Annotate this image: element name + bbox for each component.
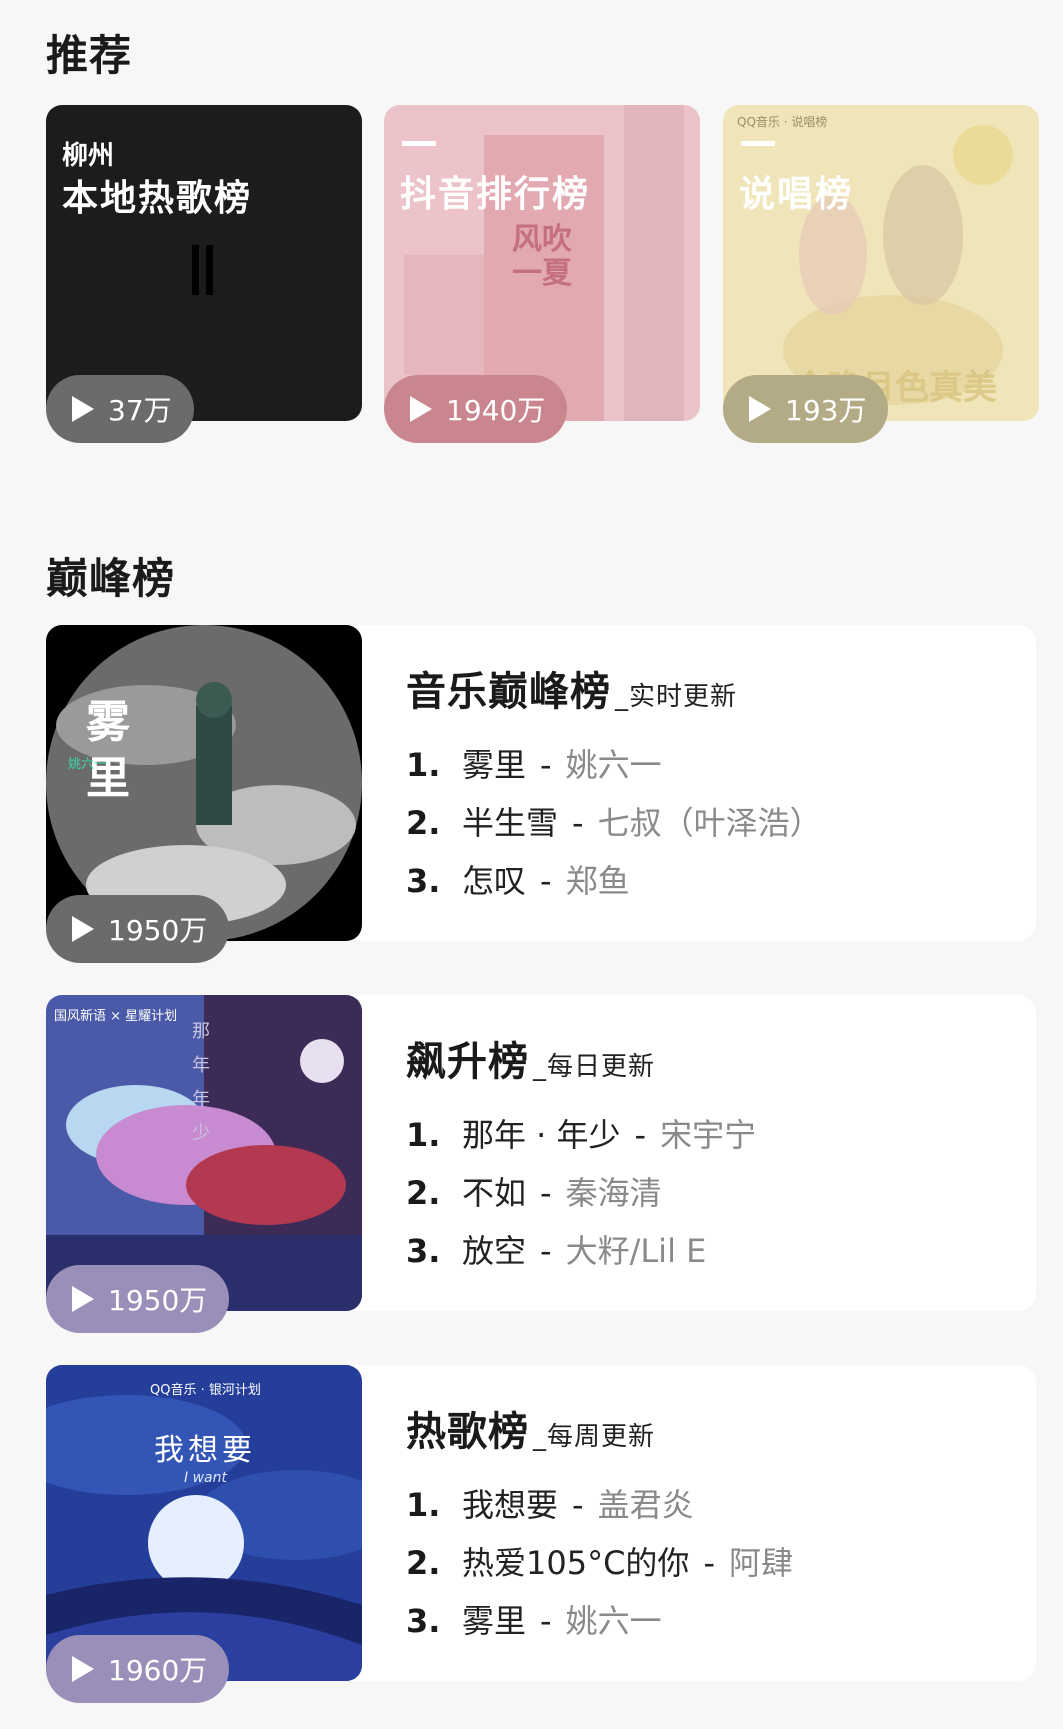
song-row[interactable]: 2. 热爱105°C的你 - 阿肆 — [406, 1538, 793, 1584]
chart-update-freq: _实时更新 — [615, 682, 738, 712]
song-row[interactable]: 1. 那年 · 年少 - 宋宇宁 — [406, 1110, 756, 1156]
wuli-cover-text: 雾里 — [86, 697, 130, 804]
play-count-pill[interactable]: 1950万 — [46, 895, 230, 963]
chart-name: 飙升榜 _每日更新 — [406, 1039, 656, 1085]
play-icon — [72, 396, 94, 422]
song-row[interactable]: 3. 怎叹 - 郑鱼 — [406, 856, 630, 902]
play-count: 1960万 — [108, 1654, 208, 1687]
chart-card-peak[interactable]: 雾里 姚六一 音乐巅峰榜 _实时更新 1. 雾里 - 姚六一 2. 半生雪 - 七叔（叶泽浩）… — [46, 625, 1036, 941]
chart-card-rising[interactable]: 国风新语 × 星耀计划 那年年少 飙升榜 _每日更新 1. 那年 · 年少 - 宋宇宁 … — [46, 995, 1036, 1311]
rec-card-title: 抖音排行榜 — [400, 174, 591, 215]
rec-card-title: 说唱榜 — [739, 174, 854, 215]
chart-card-hot[interactable]: QQ音乐 · 银河计划 我想要 I want 热歌榜 _每周更新 1. 我想要 - 盖君… — [46, 1365, 1036, 1681]
play-count: 37万 — [108, 394, 172, 427]
play-icon — [749, 396, 771, 422]
nanian-brand: 国风新语 × 星耀计划 — [54, 1009, 178, 1024]
chart-cover: 国风新语 × 星耀计划 那年年少 — [46, 995, 362, 1311]
play-icon — [72, 1656, 94, 1682]
play-count: 1950万 — [108, 1284, 208, 1317]
chart-update-freq: _每周更新 — [533, 1422, 656, 1452]
play-count-pill[interactable]: 1960万 — [46, 1635, 230, 1703]
rec-card-local-hot[interactable]: 柳州 本地热歌榜 — [46, 105, 362, 421]
rec-card-title: 本地热歌榜 — [62, 178, 253, 219]
chart-name: 热歌榜 _每周更新 — [406, 1409, 656, 1455]
song-row[interactable]: 3. 放空 - 大籽/Lil E — [406, 1226, 706, 1272]
pause-bars-icon — [192, 245, 214, 295]
woxiangyao-cover-art — [46, 1365, 362, 1681]
play-count-pill[interactable]: 1940万 — [384, 375, 568, 443]
play-count: 1950万 — [108, 914, 208, 947]
woxiangyao-brand: QQ音乐 · 银河计划 — [150, 1383, 261, 1398]
nanian-vertical-text: 那年年少 — [192, 1021, 210, 1144]
play-icon — [72, 916, 94, 942]
card-dash — [402, 141, 436, 146]
song-row[interactable]: 1. 我想要 - 盖君炎 — [406, 1480, 694, 1526]
song-row[interactable]: 2. 半生雪 - 七叔（叶泽浩） — [406, 798, 822, 844]
play-icon — [410, 396, 432, 422]
play-count-pill[interactable]: 37万 — [46, 375, 194, 443]
chart-cover: QQ音乐 · 银河计划 我想要 I want — [46, 1365, 362, 1681]
wuli-cover-artist: 姚六一 — [68, 757, 108, 772]
peak-section-title: 巅峰榜 — [46, 554, 176, 603]
rec-card-douyin[interactable]: 风吹一夏 抖音排行榜 — [384, 105, 700, 421]
rap-brand: QQ音乐 · 说唱榜 — [737, 115, 828, 129]
chart-cover: 雾里 姚六一 — [46, 625, 362, 941]
play-count: 193万 — [785, 394, 867, 427]
douyin-poster-text: 风吹一夏 — [512, 222, 572, 291]
play-count: 1940万 — [446, 394, 546, 427]
recommend-section-title: 推荐 — [46, 31, 133, 80]
play-count-pill[interactable]: 193万 — [723, 375, 889, 443]
play-count-pill[interactable]: 1950万 — [46, 1265, 230, 1333]
chart-update-freq: _每日更新 — [533, 1052, 656, 1082]
rec-card-subtitle: 柳州 — [62, 141, 115, 171]
song-row[interactable]: 1. 雾里 - 姚六一 — [406, 740, 662, 786]
song-row[interactable]: 3. 雾里 - 姚六一 — [406, 1596, 662, 1642]
woxiangyao-en: I want — [184, 1470, 227, 1486]
card-dash — [741, 141, 775, 146]
rec-card-rap[interactable]: QQ音乐 · 说唱榜 今晚月色真美 说唱榜 — [723, 105, 1039, 421]
play-icon — [72, 1286, 94, 1312]
chart-name: 音乐巅峰榜 _实时更新 — [406, 669, 738, 715]
song-row[interactable]: 2. 不如 - 秦海清 — [406, 1168, 662, 1214]
woxiangyao-title: 我想要 — [154, 1433, 256, 1468]
